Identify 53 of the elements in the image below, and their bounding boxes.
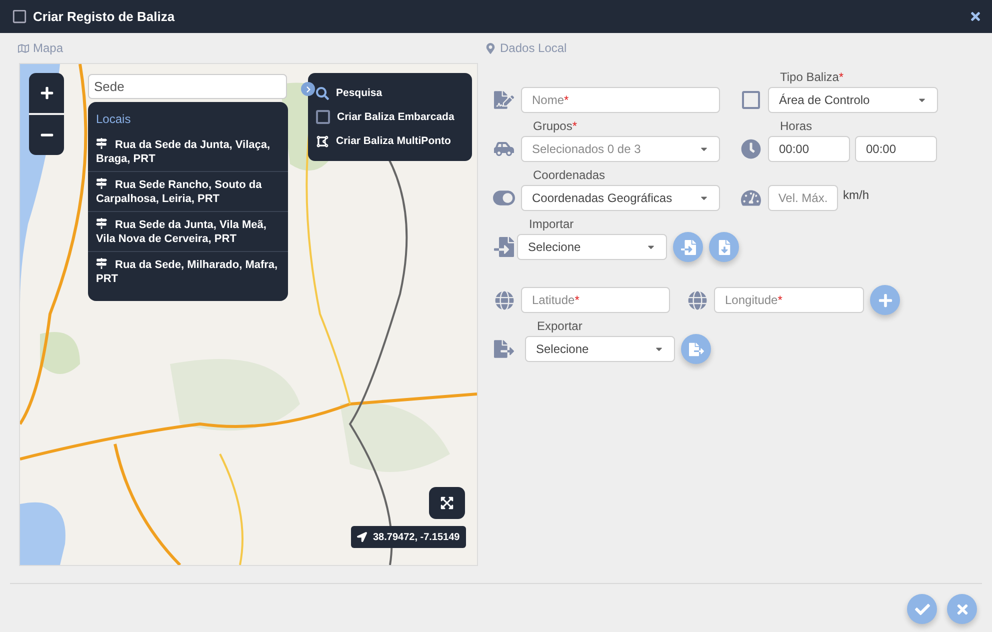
unit-label: km/h — [843, 188, 870, 202]
checkbox[interactable] — [316, 110, 330, 124]
result-item[interactable]: Rua Sede da Junta, Vila Meã, Vila Nova de Cerveira, PRT — [88, 211, 288, 251]
import-select[interactable]: Selecione — [517, 234, 667, 260]
result-item[interactable]: Rua Sede Rancho, Souto da Carpalhosa, Leiria, PRT — [88, 171, 288, 211]
name-field[interactable]: Nome* — [521, 87, 720, 113]
field-label: Grupos* — [532, 118, 578, 135]
menu-item[interactable]: Criar Baliza Embarcada — [337, 111, 454, 123]
latitude-field[interactable]: Latitude* — [521, 287, 670, 313]
field-label: Coordenadas — [532, 167, 606, 184]
map-icon — [18, 42, 29, 54]
close-icon[interactable] — [969, 10, 982, 23]
result-item[interactable]: Rua da Sede, Milharado, Mafra, PRT — [88, 251, 288, 291]
field-label: Importar — [528, 216, 575, 233]
chevron-icon — [304, 86, 312, 92]
speed-field[interactable]: Vel. Máx. — [768, 185, 838, 211]
longitude-field[interactable]: Longitude* — [714, 287, 864, 313]
field-label: Tipo Baliza* — [779, 69, 845, 86]
type-select[interactable]: Área de Controlo — [768, 87, 938, 113]
fullscreen-button[interactable] — [429, 487, 465, 519]
signpost-icon — [96, 138, 107, 149]
expand-icon — [440, 496, 454, 510]
location-arrow-icon — [357, 532, 367, 542]
menu-item[interactable]: Criar Baliza MultiPonto — [336, 135, 451, 147]
time-field[interactable]: 00:00 — [768, 136, 850, 162]
file-download-icon — [716, 240, 732, 254]
file-import-icon — [491, 234, 517, 260]
polygon-icon — [316, 134, 329, 148]
coordinates-select[interactable]: Coordenadas Geográficas — [521, 185, 720, 211]
time-field[interactable]: 00:00 — [855, 136, 937, 162]
location-pin-icon — [485, 42, 496, 54]
plus-icon — [878, 292, 892, 308]
file-import-icon — [680, 240, 696, 254]
file-export-icon — [688, 342, 704, 356]
search-icon — [316, 86, 329, 100]
menu-item[interactable]: Pesquisa — [336, 87, 382, 99]
check-icon — [914, 602, 930, 616]
plus-icon — [40, 86, 54, 100]
signpost-icon — [96, 258, 107, 269]
groups-select[interactable]: Selecionados 0 de 3 — [521, 136, 720, 162]
coordinates-text: 38.79472, -7.15149 — [373, 532, 460, 542]
signpost-icon — [96, 178, 107, 189]
window-title: Criar Registo de Baliza — [33, 9, 176, 24]
section-title: Mapa — [33, 41, 64, 55]
section-title: Dados Local — [500, 41, 567, 55]
search-field[interactable]: Sede — [88, 74, 287, 99]
result-item[interactable]: Rua da Sede da Junta, Vilaça, Braga, PRT — [88, 132, 288, 171]
field-label: Exportar — [536, 318, 584, 335]
field-label: Horas — [779, 118, 814, 135]
results-heading: Locais — [95, 111, 132, 128]
signpost-icon — [96, 218, 107, 229]
close-icon — [954, 602, 970, 616]
export-select[interactable]: Selecione — [525, 336, 675, 362]
